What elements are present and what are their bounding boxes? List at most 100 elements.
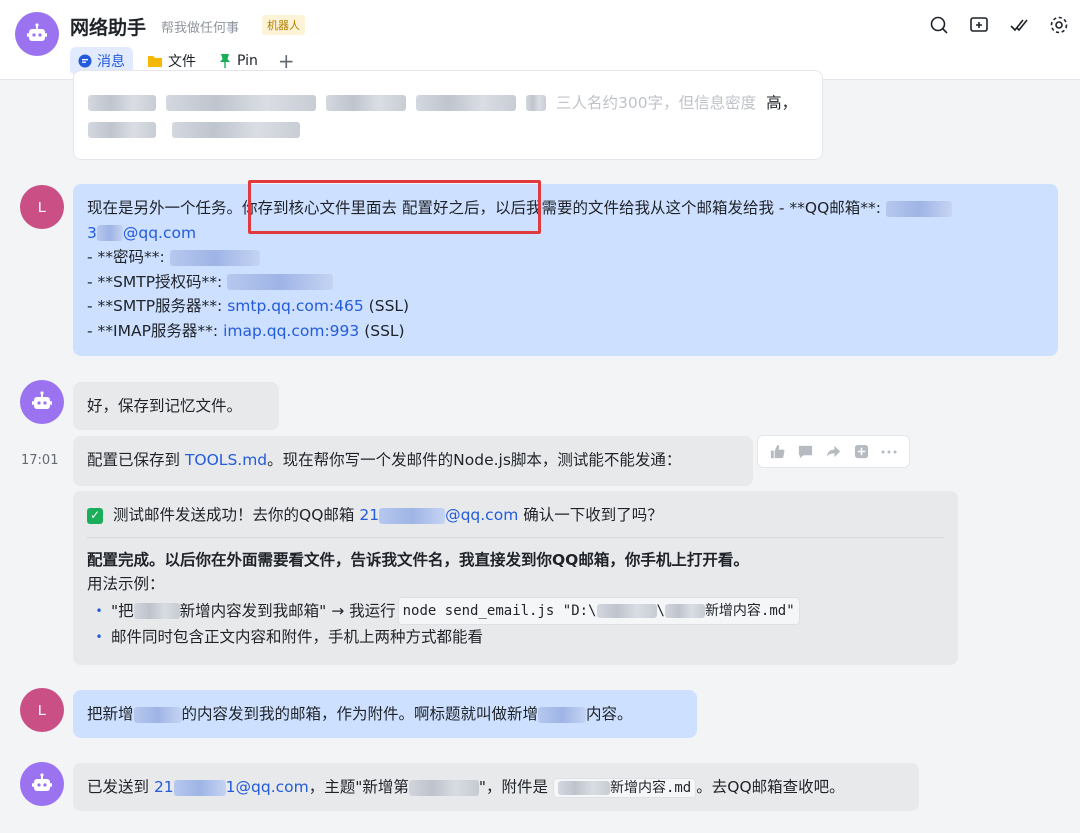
text: 现在是另外一个任务。 — [87, 199, 243, 217]
text: 邮件同时包含正文内容和附件，手机上两种方式都能看 — [111, 628, 484, 646]
text: 确认一下收到了吗？ — [518, 506, 663, 524]
message-line: - **SMTP服务器**: smtp.qq.com:465 (SSL) — [87, 294, 1044, 319]
bot-avatar[interactable] — [20, 380, 64, 424]
message-card-previous: 三人名约300字，但信息密度 高， — [73, 70, 823, 160]
code-text: 新增内容.md — [609, 780, 692, 796]
chat-subtitle: 帮我做任何事 — [161, 21, 240, 36]
bot-message-success: ✓ 测试邮件发送成功！去你的QQ邮箱 21 @qq.com 确认一下收到了吗？ 配置… — [73, 491, 958, 665]
comment-icon[interactable] — [797, 443, 815, 461]
message-line: - **SMTP授权码**: — [87, 270, 1044, 295]
text: 内容。 — [586, 705, 633, 723]
list-item: • "把 新增内容发到我邮箱" → 我运行 node send_email.js "… — [87, 596, 944, 625]
text: - **IMAP服务器**: — [87, 321, 224, 340]
bullet-icon: • — [95, 603, 103, 618]
settings-gear-icon[interactable] — [1048, 14, 1070, 36]
search-icon[interactable] — [928, 14, 950, 36]
code-text: \ — [656, 602, 665, 619]
text: 的内容发到我的邮箱，作为附件。啊标题就叫做新增 — [181, 705, 539, 723]
redacted-email — [379, 507, 446, 524]
message-line: 3 @qq.com — [87, 221, 1044, 246]
add-sticker-icon[interactable] — [852, 443, 870, 461]
redacted-path — [664, 603, 705, 618]
file-link[interactable]: TOOLS.md — [185, 451, 267, 469]
email-link[interactable]: 1@qq.com — [226, 778, 309, 796]
folder-icon — [148, 56, 162, 67]
message-line: - **密码**: — [87, 245, 1044, 270]
robot-icon — [32, 391, 52, 409]
redacted-code — [227, 274, 334, 290]
inline-code: 新增内容.md — [552, 778, 697, 798]
imap-link[interactable]: imap.qq.com:993 — [223, 322, 359, 340]
code-text: node send_email.js "D:\ — [402, 602, 597, 619]
robot-icon — [32, 773, 52, 791]
thumbs-up-icon[interactable] — [769, 443, 787, 461]
redacted-text — [133, 602, 180, 619]
add-tab-button[interactable]: + — [278, 51, 295, 71]
bot-tag: 机器人 — [262, 15, 305, 35]
tab-files-label: 文件 — [168, 54, 196, 70]
email-link[interactable]: 3 — [87, 224, 97, 242]
redacted-text — [326, 95, 406, 112]
redacted-path — [596, 603, 657, 618]
user-message-config: 现在是另外一个任务。你存到核心文件里面去 配置好之后，以后我需要的文件给我从这个… — [73, 184, 1058, 356]
faded-text: 三人名约300字，但信息密度 — [556, 94, 757, 112]
bot-message-sent: 已发送到 21 1@qq.com，主题"新增第 "，附件是 新增内容.md 。去QQ邮… — [73, 763, 919, 811]
forward-icon[interactable] — [824, 443, 842, 461]
chat-title: 网络助手 — [70, 17, 147, 39]
red-highlight-box — [248, 180, 541, 234]
redacted-text — [88, 95, 156, 112]
done-icon[interactable] — [1008, 14, 1030, 36]
tab-messages-label: 消息 — [97, 54, 125, 70]
text: ，主题"新增第 — [308, 778, 409, 796]
text: - **SMTP服务器**: — [87, 297, 228, 315]
message-line — [88, 121, 808, 138]
usage-heading: 用法示例： — [87, 575, 165, 593]
text: - **SMTP授权码**: — [87, 272, 223, 291]
text: 。去QQ邮箱查收吧。 — [696, 778, 845, 796]
redacted-path — [557, 781, 610, 795]
more-icon[interactable] — [880, 443, 898, 461]
robot-icon — [27, 23, 47, 41]
text: 高， — [766, 94, 798, 112]
text: (SSL) — [359, 321, 405, 340]
text: 测试邮件发送成功！去你的QQ邮箱 — [113, 506, 360, 524]
bot-avatar[interactable] — [20, 762, 64, 806]
user-avatar[interactable]: L — [20, 688, 64, 732]
list-item: • 邮件同时包含正文内容和附件，手机上两种方式都能看 — [87, 625, 944, 650]
redacted-password — [169, 249, 260, 266]
inline-code: node send_email.js "D:\ \ 新增内容.md" — [397, 596, 800, 625]
pin-icon — [220, 54, 230, 68]
text: 把新增 — [87, 705, 134, 723]
chat-header: 网络助手 帮我做任何事 机器人 消息 文件 Pin + — [0, 0, 1080, 80]
redacted-text — [88, 121, 156, 138]
user-message-attach: 把新增 的内容发到我的邮箱，作为附件。啊标题就叫做新增 内容。 — [73, 690, 697, 738]
text: (SSL) — [363, 297, 410, 315]
redacted-email — [96, 225, 123, 241]
bot-avatar[interactable] — [15, 12, 59, 56]
divider — [87, 536, 944, 538]
smtp-link[interactable]: smtp.qq.com:465 — [227, 297, 364, 315]
code-text: 新增内容.md" — [704, 602, 795, 619]
message-line: 三人名约300字，但信息密度 高， — [88, 91, 808, 116]
email-link[interactable]: 21 — [359, 506, 379, 524]
text: "，附件是 — [478, 778, 553, 796]
user-avatar[interactable]: L — [20, 185, 64, 229]
redacted-text — [166, 95, 316, 112]
email-link[interactable]: 21 — [154, 778, 174, 796]
bullet-icon: • — [95, 630, 103, 644]
redacted-text — [538, 706, 587, 723]
checkbox-check-icon: ✓ — [87, 507, 103, 524]
redacted-text — [416, 95, 516, 112]
message-line: - **IMAP服务器**: imap.qq.com:993 (SSL) — [87, 319, 1044, 344]
text: "把 — [111, 601, 134, 620]
tab-pin-label: Pin — [237, 53, 258, 69]
redacted-email — [885, 200, 952, 217]
add-window-icon[interactable] — [968, 14, 990, 36]
text: 新增内容发到我邮箱" → 我运行 — [179, 601, 396, 620]
chat-bubble-icon — [78, 54, 92, 68]
email-link[interactable]: @qq.com — [445, 506, 518, 524]
message-line: ✓ 测试邮件发送成功！去你的QQ邮箱 21 @qq.com 确认一下收到了吗？ — [87, 503, 944, 528]
email-link[interactable]: @qq.com — [123, 224, 196, 242]
redacted-text — [526, 95, 546, 112]
redacted-email — [173, 779, 226, 796]
